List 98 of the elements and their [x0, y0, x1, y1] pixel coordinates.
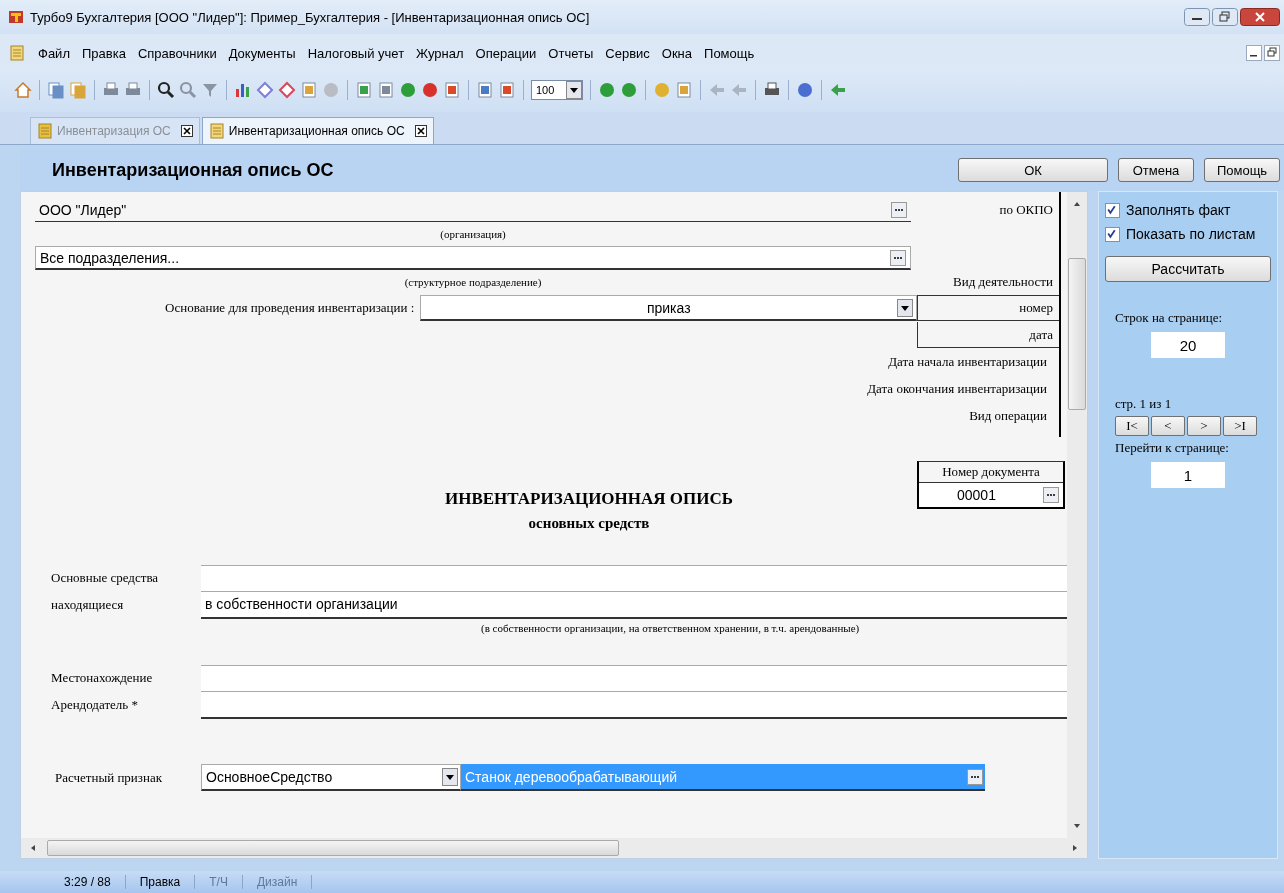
- assets-label: Основные средства: [51, 569, 160, 586]
- document-subheading: основных средств: [528, 515, 650, 532]
- close-icon[interactable]: [414, 125, 427, 137]
- location-field[interactable]: [201, 664, 1067, 691]
- lessor-label: Арендодатель *: [51, 696, 140, 713]
- field-caption: (организация): [439, 228, 507, 240]
- input-field[interactable]: [201, 564, 1067, 591]
- page-info: стр. 1 из 1: [1114, 396, 1173, 412]
- rows-field[interactable]: 20: [1151, 332, 1225, 358]
- end-date-label: Дата окончания инвентаризации: [867, 380, 1048, 397]
- menu-item[interactable]: Документы: [222, 45, 302, 61]
- app-logo-icon: [8, 9, 24, 25]
- checkbox[interactable]: [1105, 226, 1120, 242]
- filter-icon[interactable]: [201, 81, 219, 99]
- scroll-thumb[interactable]: [1068, 258, 1086, 410]
- menu-item[interactable]: Помощь: [698, 45, 761, 61]
- calculate-button[interactable]: Рассчитать: [1105, 256, 1271, 282]
- tab[interactable]: Инвентаризационная опись ОС: [201, 117, 434, 144]
- scroll-right-icon[interactable]: [1071, 843, 1079, 853]
- search-icon[interactable]: [157, 81, 175, 99]
- document-icon: [10, 45, 24, 61]
- ellipsis-icon: [893, 255, 903, 260]
- status-item: 3:29 / 88: [50, 875, 126, 889]
- document-number-field[interactable]: 00001: [919, 483, 1063, 507]
- operation-label: Вид операции: [969, 407, 1048, 424]
- ellipsis-button[interactable]: [967, 768, 983, 785]
- caret-icon[interactable]: [566, 81, 582, 99]
- home-icon[interactable]: [14, 81, 32, 99]
- copy-icon[interactable]: [47, 81, 65, 99]
- pager-button[interactable]: <: [1151, 416, 1185, 436]
- document-icon: [37, 123, 53, 139]
- scroll-down-icon[interactable]: [1072, 822, 1082, 830]
- menu-item[interactable]: Правка: [75, 45, 132, 61]
- department-field[interactable]: Все подразделения...: [35, 246, 911, 270]
- calc-label: Расчетный признак: [55, 769, 163, 786]
- restore-icon[interactable]: [1264, 45, 1280, 61]
- start-date-label: Дата начала инвентаризации: [888, 353, 1048, 370]
- menu-item[interactable]: Файл: [32, 45, 76, 61]
- field-caption: (в собственности организации, на ответственном хранении, в т.ч. арендованные): [480, 622, 861, 634]
- rows-label: Строк на странице:: [1114, 310, 1223, 326]
- menu-item[interactable]: Справочники: [131, 45, 223, 61]
- checkbox-label: Заполнять факт: [1126, 202, 1231, 218]
- status-item: Т/Ч: [195, 875, 243, 889]
- ownership-field[interactable]: в собственности организации: [201, 590, 1067, 619]
- document-icon: [208, 123, 225, 139]
- status-item: Дизайн: [242, 875, 313, 889]
- ellipsis-button[interactable]: [891, 201, 907, 218]
- goto-label: Перейти к странице:: [1114, 440, 1230, 456]
- close-icon[interactable]: [180, 125, 193, 137]
- menu-item[interactable]: Окна: [655, 45, 699, 61]
- status-item: Правка: [125, 875, 196, 889]
- form-title: Инвентаризационная опись ОС: [52, 159, 334, 181]
- menu-item[interactable]: Журнал: [410, 45, 470, 61]
- window-title: Турбо9 Бухгалтерия [ООО "Лидер"]: Пример_Бухгалтерия - [Инвентаризационная опись ОС]: [30, 9, 590, 25]
- form-button[interactable]: Помощь: [1204, 158, 1280, 182]
- type-dropdown[interactable]: ОсновноеСредство: [201, 764, 461, 791]
- menu-item[interactable]: Сервис: [599, 45, 656, 61]
- document-icon[interactable]: [377, 81, 395, 99]
- ellipsis-button[interactable]: [890, 249, 906, 266]
- horizontal-scrollbar[interactable]: [21, 838, 1087, 858]
- ellipsis-button[interactable]: [1043, 487, 1059, 503]
- document-heading: ИНВЕНТАРИЗАЦИОННАЯ ОПИСЬ: [444, 489, 734, 509]
- ellipsis-icon: [1046, 493, 1056, 497]
- close-icon[interactable]: [1240, 8, 1280, 26]
- minimize-icon[interactable]: [1184, 8, 1210, 26]
- page-field[interactable]: 1: [1151, 462, 1225, 488]
- pager-button[interactable]: I<: [1115, 416, 1149, 436]
- assets-label: находящиеся: [51, 596, 125, 613]
- menu-item[interactable]: Отчеты: [542, 45, 600, 61]
- bar-chart-icon[interactable]: [234, 81, 252, 99]
- ellipsis-icon: [894, 207, 904, 212]
- basis-label: Основание для проведения инвентаризации :: [164, 300, 416, 316]
- ellipsis-icon: [970, 774, 980, 779]
- caret-icon[interactable]: [897, 298, 914, 317]
- location-label: Местонахождение: [51, 669, 154, 686]
- caret-icon[interactable]: [442, 768, 458, 786]
- menu-item[interactable]: Налоговый учет: [301, 45, 411, 61]
- scroll-up-icon[interactable]: [1072, 200, 1082, 208]
- activity-label: Вид деятельности: [953, 274, 1054, 290]
- okpo-label: по ОКПО: [999, 202, 1054, 218]
- form-button[interactable]: Отмена: [1118, 158, 1194, 182]
- restore-icon[interactable]: [1212, 8, 1238, 26]
- checkbox-label: Показать по листам: [1126, 226, 1256, 242]
- vertical-scrollbar[interactable]: [1067, 192, 1087, 838]
- pager-button[interactable]: >: [1187, 416, 1221, 436]
- menu-item[interactable]: Операции: [469, 45, 543, 61]
- lessor-field[interactable]: [201, 690, 1067, 719]
- checkbox[interactable]: [1105, 202, 1120, 218]
- field-caption: (структурное подразделение): [403, 276, 543, 288]
- zoom-dropdown[interactable]: 100: [531, 80, 583, 100]
- minimize-icon[interactable]: [1246, 45, 1262, 61]
- form-button[interactable]: ОК: [958, 158, 1108, 182]
- scroll-thumb[interactable]: [47, 840, 619, 856]
- basis-dropdown[interactable]: приказ: [420, 295, 918, 321]
- pager-button[interactable]: >I: [1223, 416, 1257, 436]
- number-cell: номер: [917, 295, 1059, 321]
- scroll-left-icon[interactable]: [29, 843, 37, 853]
- date-cell: дата: [917, 322, 1059, 348]
